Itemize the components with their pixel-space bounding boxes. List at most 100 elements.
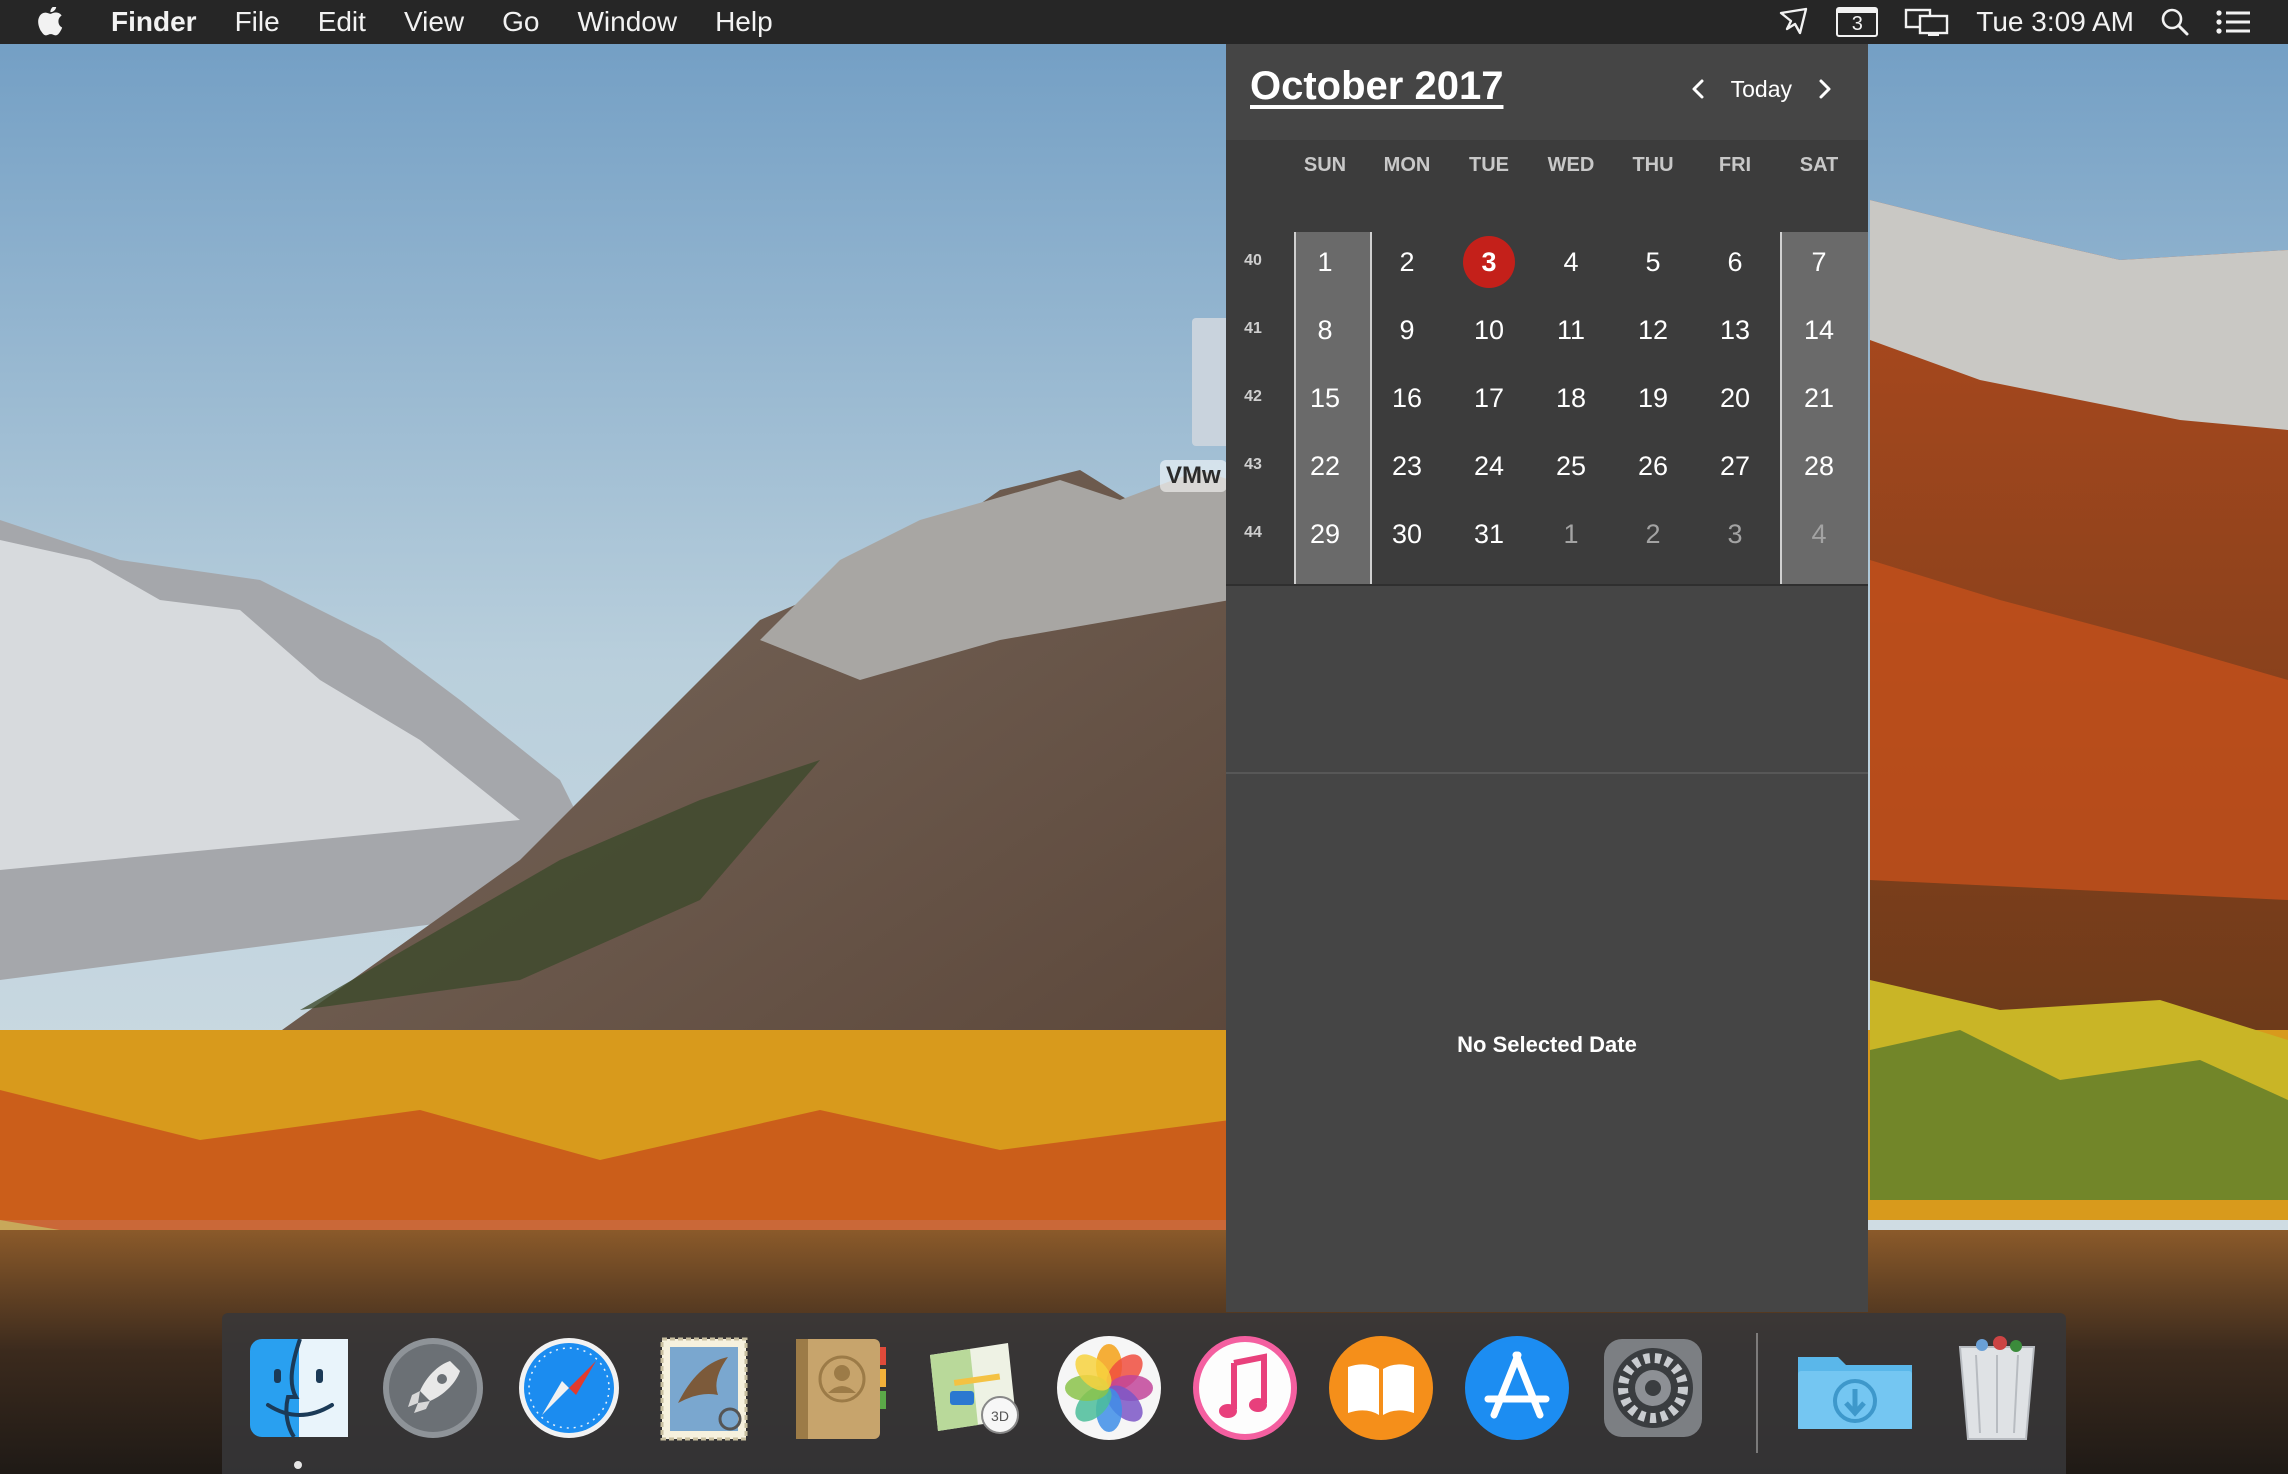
trash-dock-icon[interactable] — [1942, 1333, 2052, 1443]
day-cell[interactable]: 15 — [1284, 368, 1366, 428]
previous-month-chevron-icon[interactable] — [1683, 74, 1713, 104]
system-preferences-dock-icon[interactable] — [1598, 1333, 1708, 1443]
menu-go[interactable]: Go — [483, 6, 558, 38]
day-number: 28 — [1803, 450, 1835, 481]
day-number: 3 — [1727, 518, 1743, 549]
day-number: 25 — [1555, 450, 1587, 481]
ibooks-dock-icon[interactable] — [1326, 1333, 1436, 1443]
day-cell[interactable]: 22 — [1284, 436, 1366, 496]
day-cell[interactable]: 29 — [1284, 504, 1366, 564]
week-number: 43 — [1244, 456, 1262, 473]
calendar-header: October 2017 Today — [1226, 44, 1868, 140]
day-cell[interactable]: 5 — [1612, 232, 1694, 292]
day-number: 4 — [1811, 518, 1827, 549]
dock: 3D — [222, 1313, 2066, 1474]
day-cell[interactable]: 23 — [1366, 436, 1448, 496]
day-number: 31 — [1473, 518, 1505, 549]
menu-window[interactable]: Window — [558, 6, 696, 38]
day-number: 18 — [1555, 382, 1587, 413]
notification-center-icon[interactable] — [2216, 9, 2250, 35]
day-cell[interactable]: 21 — [1778, 368, 1860, 428]
photos-dock-icon[interactable] — [1054, 1333, 1164, 1443]
launchpad-dock-icon[interactable] — [378, 1333, 488, 1443]
day-cell[interactable]: 4 — [1778, 504, 1860, 564]
day-cell[interactable]: 7 — [1778, 232, 1860, 292]
day-cell[interactable]: 27 — [1694, 436, 1776, 496]
menu-edit[interactable]: Edit — [299, 6, 385, 38]
day-cell[interactable]: 10 — [1448, 300, 1530, 360]
itunes-dock-icon[interactable] — [1190, 1333, 1300, 1443]
desktop-file-label[interactable]: VMw — [1160, 460, 1227, 492]
day-cell[interactable]: 18 — [1530, 368, 1612, 428]
menu-help[interactable]: Help — [696, 6, 792, 38]
menu-file[interactable]: File — [216, 6, 299, 38]
maps-dock-icon[interactable]: 3D — [920, 1333, 1030, 1443]
finder-dock-icon[interactable] — [244, 1333, 354, 1443]
day-number: 4 — [1563, 246, 1579, 277]
day-cell[interactable]: 20 — [1694, 368, 1776, 428]
day-cell[interactable]: 1 — [1284, 232, 1366, 292]
vmware-status-icon[interactable] — [1778, 7, 1810, 37]
day-cell[interactable]: 8 — [1284, 300, 1366, 360]
weekday-header-tue: TUE — [1469, 154, 1509, 176]
day-number: 12 — [1637, 314, 1669, 345]
contacts-dock-icon[interactable] — [784, 1333, 894, 1443]
spotlight-search-icon[interactable] — [2160, 7, 2190, 37]
day-number: 6 — [1727, 246, 1743, 277]
day-number: 8 — [1317, 314, 1333, 345]
day-number: 15 — [1309, 382, 1341, 413]
day-cell[interactable]: 14 — [1778, 300, 1860, 360]
menu-app-finder[interactable]: Finder — [92, 6, 216, 38]
day-cell[interactable]: 16 — [1366, 368, 1448, 428]
day-cell[interactable]: 25 — [1530, 436, 1612, 496]
dock-separator — [1756, 1333, 1758, 1453]
day-cell[interactable]: 2 — [1366, 232, 1448, 292]
day-cell[interactable]: 17 — [1448, 368, 1530, 428]
day-cell[interactable]: 6 — [1694, 232, 1776, 292]
calendar-status-icon[interactable]: 3 — [1836, 7, 1879, 37]
day-number: 10 — [1473, 314, 1505, 345]
day-cell[interactable]: 19 — [1612, 368, 1694, 428]
day-number: 30 — [1391, 518, 1423, 549]
apple-menu-icon[interactable] — [0, 7, 92, 37]
day-cell[interactable]: 13 — [1694, 300, 1776, 360]
day-number: 26 — [1637, 450, 1669, 481]
calendar-status-day: 3 — [1836, 7, 1879, 37]
svg-text:3D: 3D — [991, 1408, 1009, 1424]
day-cell[interactable]: 24 — [1448, 436, 1530, 496]
day-number: 23 — [1391, 450, 1423, 481]
day-cell[interactable]: 2 — [1612, 504, 1694, 564]
month-title[interactable]: October 2017 — [1250, 64, 1503, 109]
grid-bottom-edge — [1226, 584, 1868, 586]
safari-dock-icon[interactable] — [514, 1333, 624, 1443]
events-divider — [1226, 772, 1868, 774]
day-number: 13 — [1719, 314, 1751, 345]
downloads-folder-dock-icon[interactable] — [1790, 1333, 1920, 1443]
day-number: 16 — [1391, 382, 1423, 413]
menu-clock[interactable]: Tue 3:09 AM — [1976, 6, 2134, 38]
day-cell[interactable]: 31 — [1448, 504, 1530, 564]
menu-view[interactable]: View — [385, 6, 483, 38]
day-number: 2 — [1399, 246, 1415, 277]
day-cell[interactable]: 1 — [1530, 504, 1612, 564]
calendar-grid: SUN MON TUE WED THU FRI SAT 40 41 42 43 44 1 2 3 4 5 6 7 8 9… — [1226, 140, 1868, 584]
day-cell[interactable]: 11 — [1530, 300, 1612, 360]
next-month-chevron-icon[interactable] — [1810, 74, 1840, 104]
app-store-dock-icon[interactable] — [1462, 1333, 1572, 1443]
day-cell[interactable]: 4 — [1530, 232, 1612, 292]
today-day-cell[interactable]: 3 — [1448, 232, 1530, 292]
day-cell[interactable]: 9 — [1366, 300, 1448, 360]
menu-bar: Finder File Edit View Go Window Help 3 T… — [0, 0, 2288, 44]
week-number: 40 — [1244, 252, 1262, 269]
today-button[interactable]: Today — [1731, 76, 1792, 103]
mail-dock-icon[interactable] — [648, 1333, 758, 1443]
no-selected-date-text: No Selected Date — [1457, 1032, 1637, 1057]
day-cell[interactable]: 3 — [1694, 504, 1776, 564]
day-cell[interactable]: 26 — [1612, 436, 1694, 496]
display-mirroring-icon[interactable] — [1904, 7, 1950, 37]
day-cell[interactable]: 30 — [1366, 504, 1448, 564]
day-number: 5 — [1645, 246, 1661, 277]
day-cell[interactable]: 28 — [1778, 436, 1860, 496]
day-cell[interactable]: 12 — [1612, 300, 1694, 360]
day-number: 20 — [1719, 382, 1751, 413]
